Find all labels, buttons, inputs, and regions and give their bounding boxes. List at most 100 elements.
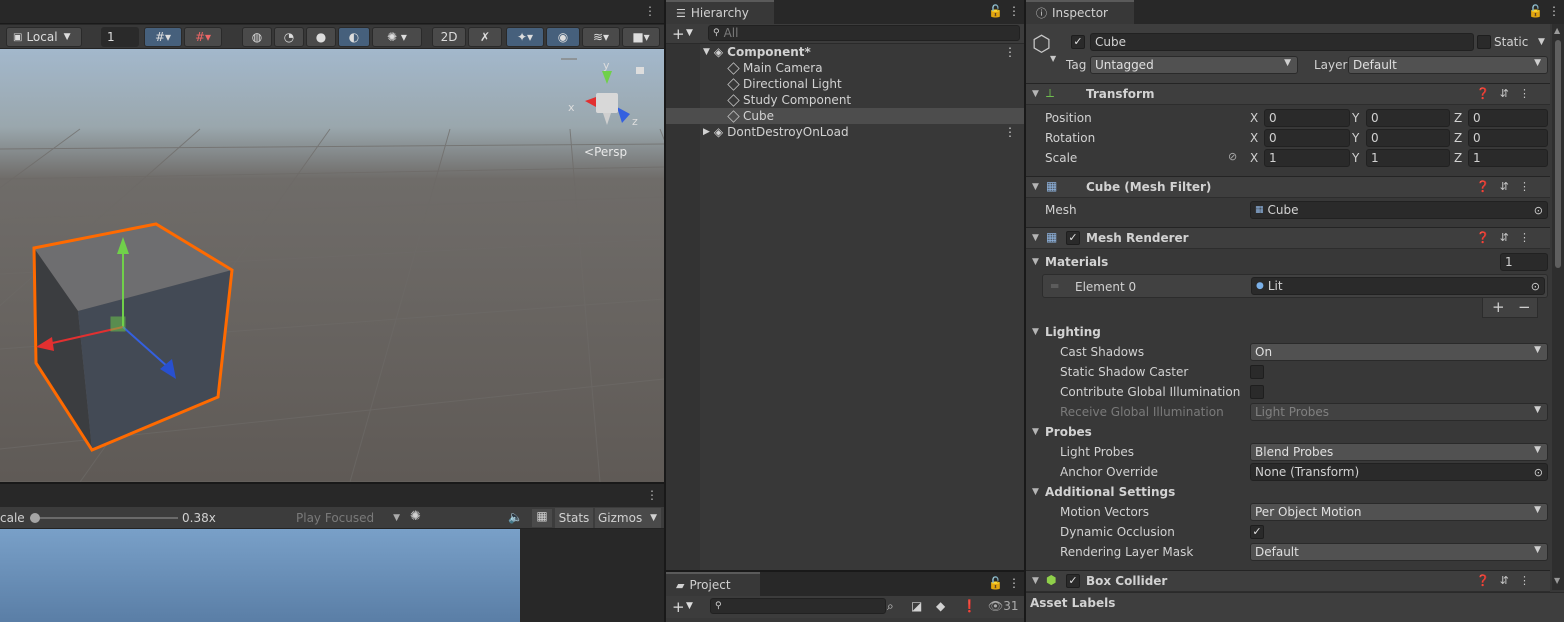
contribute-gi-checkbox[interactable] bbox=[1250, 385, 1264, 399]
grid-size-input[interactable]: 1 bbox=[101, 27, 139, 47]
persp-label[interactable]: <Persp bbox=[584, 145, 627, 159]
light-probes-dropdown[interactable]: Blend Probes ▼ bbox=[1250, 443, 1548, 461]
visibility-count[interactable]: 👁31 bbox=[988, 599, 1019, 613]
remove-element-icon[interactable]: − bbox=[1518, 298, 1531, 316]
rendering-layer-dropdown[interactable]: Default ▼ bbox=[1250, 543, 1548, 561]
play-mode-dropdown[interactable]: Play Focused ▼ bbox=[296, 509, 402, 527]
component-actions[interactable]: ❓⇵⋮ bbox=[1476, 231, 1540, 244]
gizmos-button[interactable]: Gizmos ▼ bbox=[595, 508, 661, 528]
2d-toggle-button[interactable]: 2D bbox=[432, 27, 466, 47]
rotation-x-field[interactable]: 0 bbox=[1264, 129, 1350, 147]
more-icon[interactable]: ⋮ bbox=[646, 488, 658, 502]
position-z-field[interactable]: 0 bbox=[1468, 109, 1548, 127]
motion-vectors-dropdown[interactable]: Per Object Motion ▼ bbox=[1250, 503, 1548, 521]
alert-icon[interactable]: ❗ bbox=[962, 599, 977, 613]
box-collider-enabled-checkbox[interactable]: ✓ bbox=[1066, 574, 1080, 588]
link-icon[interactable]: ⊘ bbox=[1228, 150, 1237, 163]
rotation-z-field[interactable]: 0 bbox=[1468, 129, 1548, 147]
wireframe-button[interactable]: ◍ bbox=[242, 27, 272, 47]
lock-icon[interactable]: 🔓 bbox=[1528, 4, 1543, 18]
more-icon[interactable]: ⋮ bbox=[1004, 125, 1016, 139]
tag-dropdown[interactable]: Untagged ▼ bbox=[1090, 56, 1298, 74]
add-icon[interactable]: + bbox=[672, 25, 685, 43]
scene-viewport[interactable]: y x z <Persp bbox=[0, 49, 664, 482]
more-icon[interactable]: ⋮ bbox=[1008, 576, 1020, 590]
lock-icon[interactable]: 🔓 bbox=[988, 576, 1003, 590]
transform-header[interactable]: ▼ ⟂ Transform ❓⇵⋮ bbox=[1026, 83, 1550, 105]
component-actions[interactable]: ❓⇵⋮ bbox=[1476, 87, 1540, 100]
list-item-selected[interactable]: Cube bbox=[666, 108, 1024, 124]
scrollbar-thumb[interactable] bbox=[1555, 40, 1561, 268]
scale-slider-track[interactable] bbox=[30, 517, 178, 519]
project-search-input[interactable]: ⚲ bbox=[710, 598, 886, 614]
component-actions[interactable]: ❓⇵⋮ bbox=[1476, 180, 1540, 193]
object-name-input[interactable]: Cube bbox=[1090, 33, 1474, 51]
debug-draw-button[interactable]: ✺ ▾ bbox=[372, 27, 422, 47]
mesh-field[interactable]: ▦ Cube ⊙ bbox=[1250, 201, 1548, 219]
cast-shadows-dropdown[interactable]: On ▼ bbox=[1250, 343, 1548, 361]
grid-snap-button[interactable]: #▾ bbox=[144, 27, 182, 47]
static-shadow-checkbox[interactable] bbox=[1250, 365, 1264, 379]
anchor-override-field[interactable]: None (Transform) ⊙ bbox=[1250, 463, 1548, 481]
position-x-field[interactable]: 0 bbox=[1264, 109, 1350, 127]
tab-hierarchy[interactable]: ☰ Hierarchy bbox=[666, 0, 774, 24]
shaded-wireframe-button[interactable]: ◔ bbox=[274, 27, 304, 47]
more-icon[interactable]: ⋮ bbox=[1004, 45, 1016, 59]
more-icon[interactable]: ⋮ bbox=[644, 4, 656, 18]
scroll-down-icon[interactable]: ▼ bbox=[1554, 576, 1560, 585]
hierarchy-search-input[interactable]: ⚲ All bbox=[708, 25, 1020, 41]
scale-y-field[interactable]: 1 bbox=[1366, 149, 1450, 167]
unlit-button[interactable]: ● bbox=[306, 27, 336, 47]
mesh-filter-header[interactable]: ▼ ▦ Cube (Mesh Filter) ❓⇵⋮ bbox=[1026, 176, 1550, 198]
lighting-toggle-button[interactable]: ✗ bbox=[468, 27, 502, 47]
object-picker-icon[interactable]: ⊙ bbox=[1534, 204, 1543, 217]
position-y-field[interactable]: 0 bbox=[1366, 109, 1450, 127]
scale-x-field[interactable]: 1 bbox=[1264, 149, 1350, 167]
scroll-up-icon[interactable]: ▲ bbox=[1554, 26, 1560, 35]
list-item[interactable]: Main Camera bbox=[727, 60, 823, 76]
tag-icon[interactable]: ◆ bbox=[936, 599, 945, 613]
object-picker-icon[interactable]: ⊙ bbox=[1531, 280, 1540, 293]
materials-count-field[interactable]: 1 bbox=[1500, 253, 1548, 271]
scale-z-field[interactable]: 1 bbox=[1468, 149, 1548, 167]
lit-button[interactable]: ◐ bbox=[338, 27, 370, 47]
drag-handle-icon[interactable]: ═ bbox=[1051, 279, 1058, 293]
effects-button[interactable]: ✦▾ bbox=[506, 27, 544, 47]
visibility-button[interactable]: ◉ bbox=[546, 27, 580, 47]
object-picker-icon[interactable]: ⊙ bbox=[1534, 466, 1543, 479]
lock-icon[interactable]: 🔓 bbox=[988, 4, 1003, 18]
mesh-renderer-header[interactable]: ▼ ▦ ✓ Mesh Renderer ❓⇵⋮ bbox=[1026, 227, 1550, 249]
tab-project[interactable]: ▰ Project bbox=[666, 572, 760, 596]
game-view[interactable] bbox=[0, 529, 520, 622]
add-element-icon[interactable]: + bbox=[1492, 298, 1505, 316]
layers-button[interactable]: ≋▾ bbox=[582, 27, 620, 47]
expand-icon[interactable]: ▼ bbox=[1032, 257, 1039, 267]
component-actions[interactable]: ❓⇵⋮ bbox=[1476, 574, 1540, 587]
material-field[interactable]: ● Lit ⊙ bbox=[1251, 277, 1545, 295]
camera-button[interactable]: ■▾ bbox=[622, 27, 660, 47]
filter-type-icon[interactable]: ◪ bbox=[911, 599, 922, 613]
expand-icon[interactable]: ▼ bbox=[1032, 327, 1039, 337]
chevron-down-icon[interactable]: ▼ bbox=[1538, 37, 1545, 47]
rotation-y-field[interactable]: 0 bbox=[1366, 129, 1450, 147]
list-item[interactable]: Study Component bbox=[727, 92, 851, 108]
more-icon[interactable]: ⋮ bbox=[1548, 4, 1560, 18]
scale-slider-handle[interactable] bbox=[30, 513, 41, 523]
audio-icon[interactable]: 🔈 bbox=[508, 510, 523, 524]
expand-icon[interactable]: ▼ bbox=[1032, 487, 1039, 497]
stats-button[interactable]: Stats bbox=[555, 508, 593, 528]
more-icon[interactable]: ⋮ bbox=[1008, 4, 1020, 18]
inspector-scrollbar[interactable]: ▲ ▼ bbox=[1552, 24, 1564, 590]
list-item[interactable]: ▶ ◈ DontDestroyOnLoad ⋮ bbox=[700, 124, 1024, 140]
tab-inspector[interactable]: ⓘ Inspector bbox=[1026, 0, 1134, 24]
layer-dropdown[interactable]: Default ▼ bbox=[1348, 56, 1548, 74]
box-collider-header[interactable]: ▼ ⬢ ✓ Box Collider ❓⇵⋮ bbox=[1026, 570, 1550, 592]
bug-icon[interactable]: ✺ bbox=[410, 509, 421, 524]
grid-visibility-button[interactable]: #▾ bbox=[184, 27, 222, 47]
add-icon[interactable]: + bbox=[672, 598, 685, 616]
list-item[interactable]: ▼ ◈ Component* ⋮ bbox=[700, 44, 1024, 60]
grid-overlay-icon[interactable]: ▦ bbox=[532, 509, 552, 527]
search-filter-icon[interactable]: ⌕ bbox=[887, 599, 894, 614]
expand-icon[interactable]: ▼ bbox=[1032, 427, 1039, 437]
pivot-mode-dropdown[interactable]: ▣ Local ▼ bbox=[6, 27, 82, 47]
